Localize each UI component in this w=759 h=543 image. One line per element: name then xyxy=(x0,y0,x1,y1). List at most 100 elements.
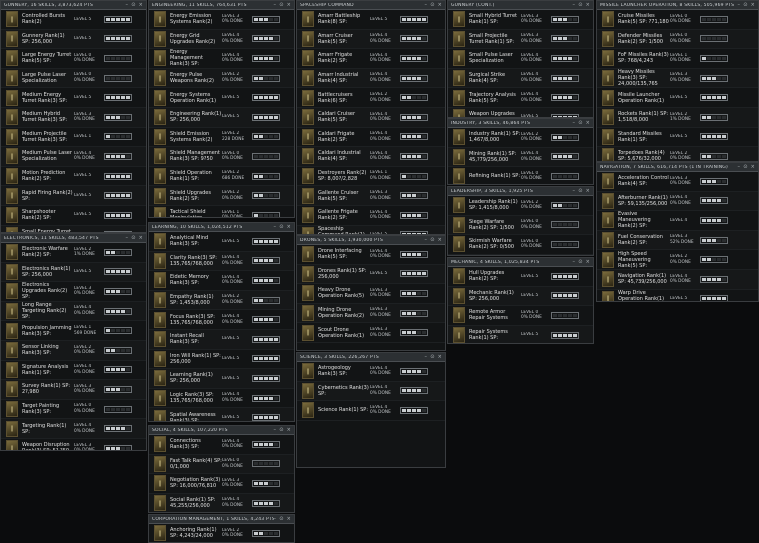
pin-icon[interactable]: ⊙ xyxy=(578,120,582,126)
minimize-icon[interactable]: – xyxy=(425,2,428,8)
minimize-icon[interactable]: – xyxy=(738,2,741,8)
window-header[interactable]: CORPORATION MANAGEMENT, 1 SKILLS, 4,243 … xyxy=(149,515,294,524)
pin-icon[interactable]: ⊙ xyxy=(131,235,135,241)
skill-row[interactable]: ❙ Clarity Rank(3) SP: 135,765/768,000 LEVE… xyxy=(149,251,294,272)
close-icon[interactable]: × xyxy=(586,259,590,265)
skill-row[interactable]: ❙ Missile Launcher Operation Rank(1) LEVEL… xyxy=(597,88,758,108)
minimize-icon[interactable]: – xyxy=(573,188,576,194)
skill-row[interactable]: ❙ Refining Rank(1) SP: LEVEL 0 0% DONE xyxy=(448,167,593,184)
window-header[interactable]: GUNNERY (CONT.) – ⊙ × xyxy=(448,1,593,10)
skill-row[interactable]: ❙ Hull Upgrades Rank(2) SP: LEVEL 5 xyxy=(448,267,593,287)
close-icon[interactable]: × xyxy=(287,224,291,230)
minimize-icon[interactable]: – xyxy=(274,516,277,522)
skill-row[interactable]: ❙ FoF Missiles Rank(3) SP: 768/4,243 LEVEL… xyxy=(597,49,758,69)
skill-row[interactable]: ❙ Anchoring Rank(1) SP: 4,243/24,000 LEVEL… xyxy=(149,524,294,542)
skill-row[interactable]: ❙ Gunnery Rank(1) SP: 256,000 LEVEL 5 xyxy=(1,29,146,50)
close-icon[interactable]: × xyxy=(751,2,755,8)
skill-row[interactable]: ❙ Energy Pulse Weapons Rank(2) LEVEL 2 0% D… xyxy=(149,68,294,89)
skill-row[interactable]: ❙ Small Projectile Turret Rank(1) SP: LEVE… xyxy=(448,29,593,50)
skill-row[interactable]: ❙ Remote Armor Repair Systems LEVEL 0 0% DO… xyxy=(448,306,593,326)
skill-row[interactable]: ❙ Surgical Strike Rank(4) SP: LEVEL 4 0% DO… xyxy=(448,68,593,89)
skill-row[interactable]: ❙ Energy Emission Systems Rank(2) LEVEL 30… xyxy=(149,10,294,30)
pin-icon[interactable]: ⊙ xyxy=(430,237,434,243)
skill-row[interactable]: ❙ Trajectory Analysis Rank(5) SP: LEVEL 40… xyxy=(448,88,593,108)
skill-row[interactable]: ❙ Target Painting Rank(3) SP: LEVEL 0 0% DO… xyxy=(1,400,146,420)
skill-row[interactable]: ❙ Standard Missiles Rank(1) SP: LEVEL 5 xyxy=(597,128,758,148)
minimize-icon[interactable]: – xyxy=(126,235,129,241)
close-icon[interactable]: × xyxy=(287,516,291,522)
pin-icon[interactable]: ⊙ xyxy=(578,188,582,194)
window-header[interactable]: ENGINEERING, 11 SKILLS, 764,631 PTS – ⊙ × xyxy=(149,1,294,10)
skill-row[interactable]: ❙ Analytical Mind Rank(3) SP: LEVEL 5 xyxy=(149,232,294,252)
close-icon[interactable]: × xyxy=(139,235,143,241)
window-header[interactable]: GUNNERY, 16 SKILLS, 3,873,624 PTS – ⊙ × xyxy=(1,1,146,10)
skill-row[interactable]: ❙ Destroyers Rank(2) SP: 8,00?/2,828 LEVEL… xyxy=(297,167,445,187)
close-icon[interactable]: × xyxy=(438,2,442,8)
skill-row[interactable]: ❙ Drones Rank(1) SP: 256,000 LEVEL 5 xyxy=(297,264,445,285)
skill-row[interactable]: ❙ Skirmish Warfare Rank(2) SP: 0/500 LEVEL… xyxy=(448,235,593,255)
close-icon[interactable]: × xyxy=(751,164,755,170)
skill-row[interactable]: ❙ Shield Upgrades Rank(2) SP: LEVEL 2 0% DO… xyxy=(149,186,294,206)
skill-row[interactable]: ❙ Weapon Disruption Rank(3) SP: 5?,?50 LEV… xyxy=(1,439,146,450)
window-header[interactable]: INDUSTRY, 3 SKILLS, 46,864 PTS – ⊙ × xyxy=(448,119,593,128)
pin-icon[interactable]: ⊙ xyxy=(578,2,582,8)
minimize-icon[interactable]: – xyxy=(126,2,129,8)
skill-row[interactable]: ❙ Navigation Rank(1) SP: 45,?39/256,000 LE… xyxy=(597,269,758,290)
close-icon[interactable]: × xyxy=(287,427,291,433)
skill-row[interactable]: ❙ Industry Rank(1) SP: 1,467/8,000 LEVEL 2… xyxy=(448,128,593,148)
skill-row[interactable]: ❙Spaceship Command Rank(1) SP:LEVEL 5 xyxy=(297,225,445,234)
pin-icon[interactable]: ⊙ xyxy=(279,427,283,433)
pin-icon[interactable]: ⊙ xyxy=(279,516,283,522)
skill-row[interactable]: ❙ Iron Will Rank(1) SP: 256,000 LEVEL 5 xyxy=(149,350,294,370)
skill-row[interactable]: ❙ Instant Recall Rank(3) SP: LEVEL 5 xyxy=(149,329,294,350)
minimize-icon[interactable]: – xyxy=(738,164,741,170)
window-header[interactable]: SCIENCE, 3 SKILLS, 226,267 PTS – ⊙ × xyxy=(297,353,445,362)
skill-row[interactable]: ❙ Small Pulse Laser Specialization LEVEL 4… xyxy=(448,49,593,69)
skill-row[interactable]: ❙ Drone Interfacing Rank(5) SP: LEVEL 4 0% … xyxy=(297,245,445,265)
skill-row[interactable]: ❙ Electronic Warfare Rank(2) SP: LEVEL 2 1%… xyxy=(1,243,146,263)
skill-row[interactable]: ❙ Cybernetics Rank(3) SP: LEVEL 4 0% DONE xyxy=(297,381,445,402)
skill-row[interactable]: ❙ Long Range Targeting Rank(2) SP: LEVEL 4… xyxy=(1,301,146,322)
minimize-icon[interactable]: – xyxy=(573,120,576,126)
pin-icon[interactable]: ⊙ xyxy=(578,259,582,265)
skill-row[interactable]: ❙ Afterburner Rank(1) SP: 59,135/256,000 L… xyxy=(597,191,758,212)
skill-row[interactable]: ❙ High Speed Maneuvering Rank(5) SP: LEVEL… xyxy=(597,250,758,270)
skill-row[interactable]: ❙Small Energy Turret Rank(1) SP:LEVEL 5 xyxy=(1,225,146,232)
skill-row[interactable]: ❙ Electronics Upgrades Rank(2) SP: LEVEL 3… xyxy=(1,282,146,302)
skill-row[interactable]: ❙ Energy Systems Operation Rank(1) LEVEL 5 xyxy=(149,88,294,108)
close-icon[interactable]: × xyxy=(139,2,143,8)
pin-icon[interactable]: ⊙ xyxy=(743,2,747,8)
skill-row[interactable]: ❙ Science Rank(1) SP: LEVEL 4 0% DONE xyxy=(297,401,445,421)
skill-row[interactable]: ❙ Negotiation Rank(3) SP: 16,000/76,810 LE… xyxy=(149,474,294,494)
skill-row[interactable]: ❙ Controlled Bursts Rank(2) LEVEL 5 xyxy=(1,10,146,30)
skill-row[interactable]: ❙ Survey Rank(1) SP: 2?,980 LEVEL 3 0% DONE xyxy=(1,380,146,400)
close-icon[interactable]: × xyxy=(438,237,442,243)
skill-row[interactable]: ❙ Warp Drive Operation Rank(1) SP: LEVEL 5 xyxy=(597,290,758,301)
skill-row[interactable]: ❙ Caldari Frigate Rank(2) SP: LEVEL 4 0% DO… xyxy=(297,128,445,148)
skill-row[interactable]: ❙ Medium Hybrid Turret Rank(3) SP: LEVEL 3… xyxy=(1,107,146,128)
skill-row[interactable]: ❙ Mining Rank(1) SP: 45,?79/256,000 LEVEL … xyxy=(448,147,593,168)
skill-row[interactable]: ❙ Large Energy Turret Rank(5) SP: LEVEL 00… xyxy=(1,49,146,69)
window-header[interactable]: LEARNING, 10 SKILLS, 1,024,512 PTS – ⊙ × xyxy=(149,223,294,232)
close-icon[interactable]: × xyxy=(586,2,590,8)
pin-icon[interactable]: ⊙ xyxy=(279,224,283,230)
close-icon[interactable]: × xyxy=(586,188,590,194)
minimize-icon[interactable]: – xyxy=(274,2,277,8)
skill-row[interactable]: ❙ Amarr Industrial Rank(4) SP: LEVEL 4 0% D… xyxy=(297,68,445,89)
skill-row[interactable]: ❙ Electronics Rank(1) SP: 256,000 LEVEL 5 xyxy=(1,262,146,283)
skill-row[interactable]: ❙ Spatial Awareness Rank(3) SP: LEVEL 5 xyxy=(149,408,294,421)
skill-row[interactable]: ❙ Caldari Cruiser Rank(5) SP: LEVEL 4 0% DO… xyxy=(297,107,445,128)
skill-row[interactable]: ❙ Motion Prediction Rank(2) SP: LEVEL 5 xyxy=(1,167,146,187)
skill-row[interactable]: ❙ Amarr Battleship Rank(8) SP: LEVEL 5 xyxy=(297,10,445,30)
minimize-icon[interactable]: – xyxy=(425,354,428,360)
skill-row[interactable]: ❙ Targeting Rank(1) SP: LEVEL 4 0% DONE xyxy=(1,419,146,439)
minimize-icon[interactable]: – xyxy=(425,237,428,243)
skill-row[interactable]: ❙ Shield Emission Systems Rank(2) LEVEL 22… xyxy=(149,128,294,148)
skill-row[interactable]: ❙ Rapid Firing Rank(2) SP: LEVEL 5 xyxy=(1,186,146,206)
skill-row[interactable]: ❙ Rockets Rank(1) SP: 1,518/8,000 LEVEL 21… xyxy=(597,107,758,128)
skill-row[interactable]: ❙ Evasive Maneuvering Rank(2) SP: LEVEL 4 xyxy=(597,211,758,231)
skill-row[interactable]: ❙ Medium Energy Turret Rank(3) SP: LEVEL 5 xyxy=(1,88,146,108)
skill-row[interactable]: ❙ Propulsion Jamming Rank(3) SP: LEVEL 1 56… xyxy=(1,321,146,341)
skill-row[interactable]: ❙ Medium Projectile Turret Rank(3) SP: LEV… xyxy=(1,128,146,148)
pin-icon[interactable]: ⊙ xyxy=(430,2,434,8)
